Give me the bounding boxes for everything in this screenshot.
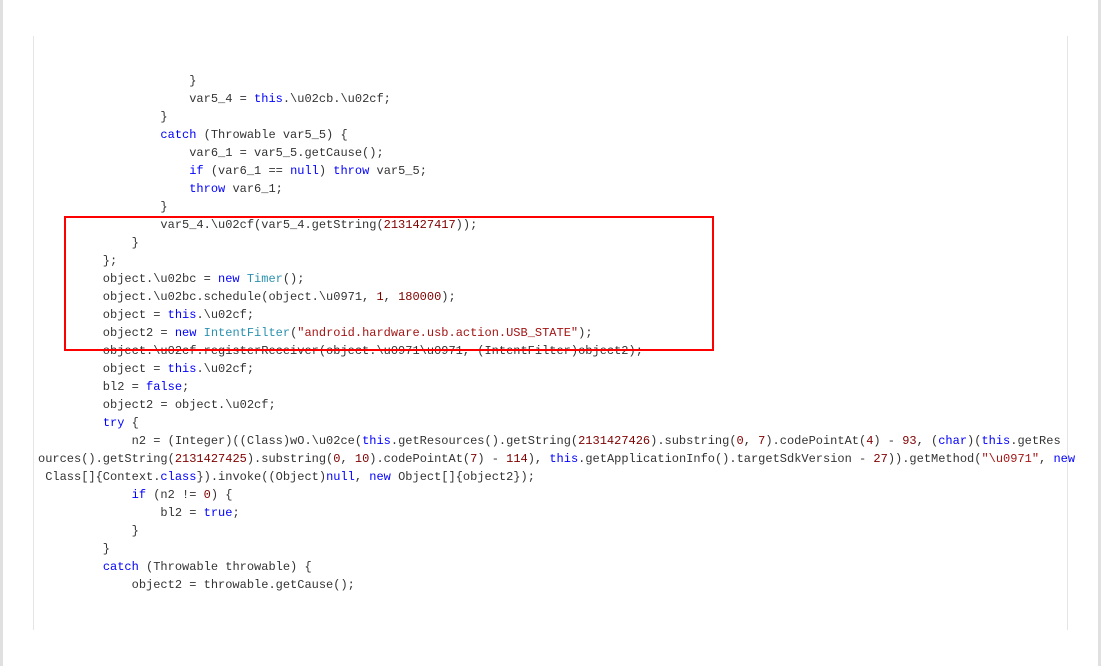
code-line: Class[]{Context.class}).invoke((Object)n…	[38, 468, 1063, 486]
code-line: }	[38, 72, 1063, 90]
code-line: }	[38, 234, 1063, 252]
code-viewport: } var5_4 = this.\u02cb.\u02cf; } catch (…	[0, 0, 1101, 666]
code-line: }	[38, 540, 1063, 558]
code-line: var5_4 = this.\u02cb.\u02cf;	[38, 90, 1063, 108]
code-line: n2 = (Integer)((Class)wO.\u02ce(this.get…	[38, 432, 1063, 450]
code-line: var5_4.\u02cf(var5_4.getString(213142741…	[38, 216, 1063, 234]
code-line: throw var6_1;	[38, 180, 1063, 198]
code-line: };	[38, 252, 1063, 270]
code-line: bl2 = false;	[38, 378, 1063, 396]
code-line: if (n2 != 0) {	[38, 486, 1063, 504]
code-line: object2 = new IntentFilter("android.hard…	[38, 324, 1063, 342]
code-line: if (var6_1 == null) throw var5_5;	[38, 162, 1063, 180]
code-line: }	[38, 522, 1063, 540]
code-line: }	[38, 108, 1063, 126]
code-line: object.\u02bc.schedule(object.\u0971, 1,…	[38, 288, 1063, 306]
code-line: try {	[38, 414, 1063, 432]
code-line: object.\u02bc = new Timer();	[38, 270, 1063, 288]
code-line: var6_1 = var5_5.getCause();	[38, 144, 1063, 162]
code-line: catch (Throwable var5_5) {	[38, 126, 1063, 144]
code-block: } var5_4 = this.\u02cb.\u02cf; } catch (…	[38, 72, 1063, 594]
code-line: object2 = object.\u02cf;	[38, 396, 1063, 414]
code-line: object.\u02cf.registerReceiver(object.\u…	[38, 342, 1063, 360]
code-line: object = this.\u02cf;	[38, 306, 1063, 324]
code-line: }	[38, 198, 1063, 216]
code-line: catch (Throwable throwable) {	[38, 558, 1063, 576]
code-line: bl2 = true;	[38, 504, 1063, 522]
code-inner: } var5_4 = this.\u02cb.\u02cf; } catch (…	[33, 36, 1068, 630]
code-line: object2 = throwable.getCause();	[38, 576, 1063, 594]
code-line: ources().getString(2131427425).substring…	[38, 450, 1063, 468]
code-line: object = this.\u02cf;	[38, 360, 1063, 378]
